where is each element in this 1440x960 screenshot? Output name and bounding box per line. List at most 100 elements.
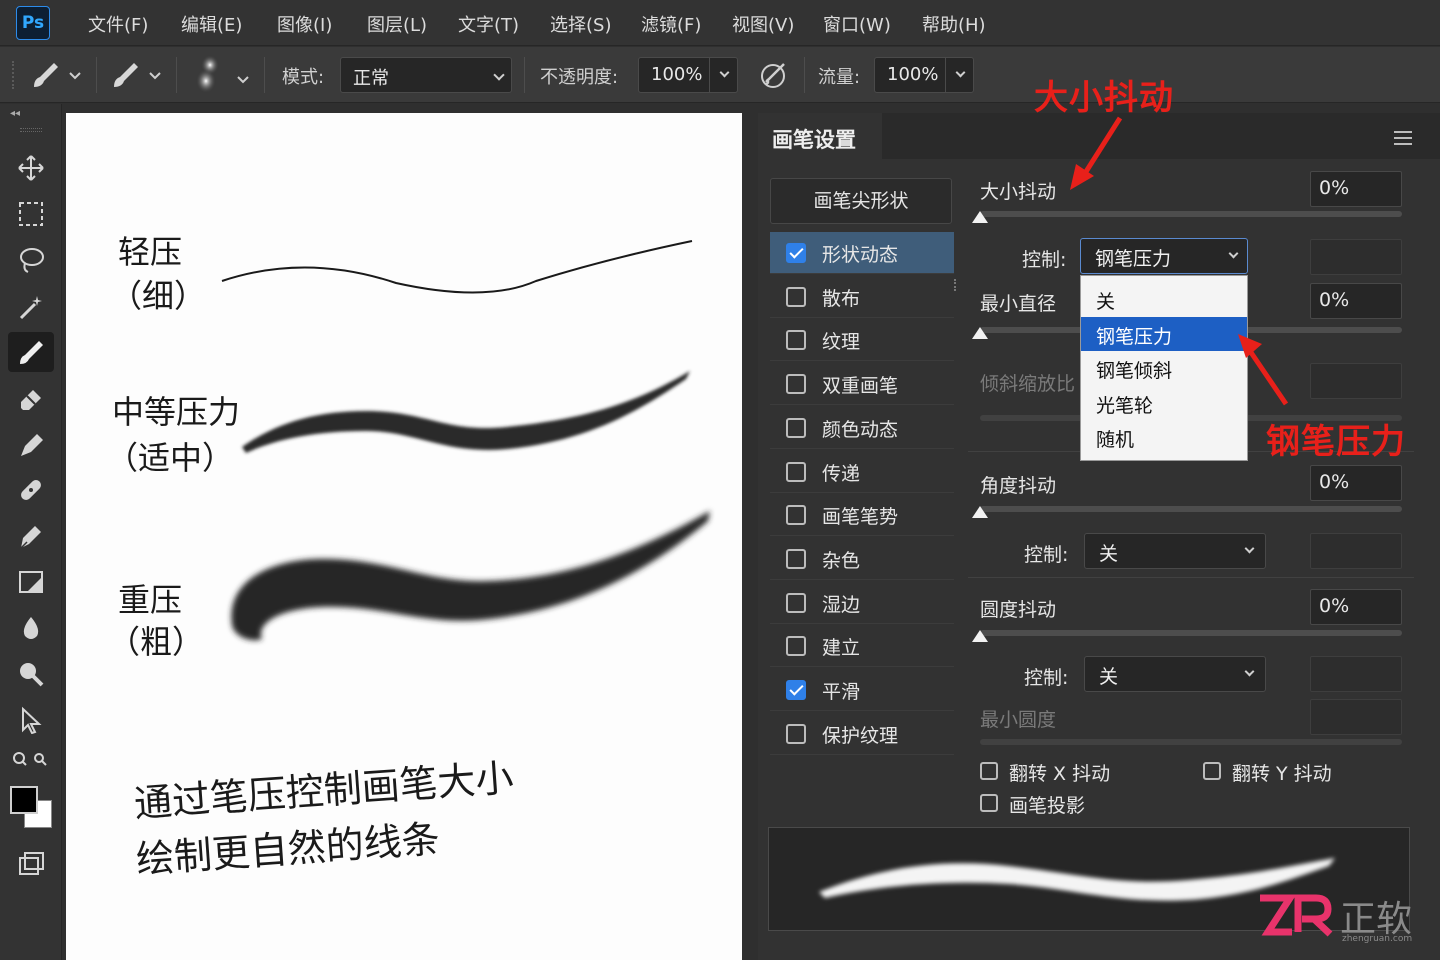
collapse-icon[interactable]: ◂◂ (10, 108, 20, 119)
option-checkbox[interactable] (786, 505, 806, 526)
brush-tip-preview[interactable] (188, 51, 256, 99)
option-checkbox[interactable] (786, 723, 806, 744)
brush-option-row[interactable]: 双重画笔 (770, 363, 954, 406)
control-field-1 (1310, 239, 1402, 275)
pressure-opacity-button[interactable] (754, 57, 794, 93)
menu-view[interactable]: 视图(V) (732, 11, 794, 37)
bar-grip[interactable] (12, 61, 17, 89)
dropdown-option[interactable]: 钢笔压力 (1081, 316, 1247, 351)
brush-option-row[interactable]: 颜色动态 (770, 407, 954, 449)
medium-stroke (242, 371, 690, 453)
angle-control-select[interactable]: 关 (1084, 533, 1266, 569)
menu-type[interactable]: 文字(T) (458, 11, 519, 37)
brush-option-row[interactable]: 湿边 (770, 582, 954, 624)
watermark-logo (1256, 892, 1334, 942)
menu-filter[interactable]: 滤镜(F) (641, 11, 701, 37)
brush-picker[interactable] (108, 57, 168, 93)
document-canvas[interactable]: 轻压 （细） 中等压力 （适中） 重压 （粗） 通过笔压控制画笔大小 绘制更自然… (66, 113, 742, 960)
opacity-label: 不透明度: (540, 67, 619, 88)
zoom-hand-tools[interactable] (8, 746, 54, 776)
option-checkbox[interactable] (786, 374, 806, 395)
roundness-jitter-input[interactable]: 0% (1310, 589, 1402, 625)
dropdown-option[interactable]: 随机 (1081, 420, 1247, 454)
marquee-tool[interactable] (8, 194, 54, 234)
menu-help[interactable]: 帮助(H) (922, 11, 986, 37)
healing-tool[interactable] (8, 470, 54, 510)
brush-tool[interactable] (8, 332, 54, 372)
brush-option-row[interactable]: 保护纹理 (770, 713, 954, 755)
brush-projection-checkbox[interactable] (980, 794, 998, 812)
menu-edit[interactable]: 编辑(E) (181, 11, 242, 37)
brush-option-row[interactable]: 建立 (770, 625, 954, 668)
tab-brush-settings[interactable]: 画笔设置 (758, 113, 882, 159)
size-control-select[interactable]: 钢笔压力 (1080, 238, 1248, 274)
lasso-tool[interactable] (8, 240, 54, 280)
brush-option-row[interactable]: 杂色 (770, 538, 954, 580)
menu-window[interactable]: 窗口(W) (823, 11, 891, 37)
min-diameter-input[interactable]: 0% (1310, 283, 1402, 319)
option-checkbox[interactable] (786, 636, 806, 657)
dropdown-option[interactable]: 钢笔倾斜 (1081, 351, 1247, 385)
min-diameter-thumb[interactable] (972, 327, 988, 339)
pen-brush-tool[interactable] (8, 424, 54, 464)
move-tool[interactable] (8, 148, 54, 188)
flow-input[interactable]: 100% (874, 57, 974, 93)
menu-image[interactable]: 图像(I) (277, 11, 332, 37)
eraser-tool[interactable] (8, 378, 54, 418)
panel-menu-icon[interactable] (1394, 131, 1412, 145)
flow-dropdown[interactable] (945, 57, 973, 93)
angle-jitter-thumb[interactable] (972, 506, 988, 518)
brush-option-row[interactable]: 纹理 (770, 319, 954, 362)
menu-select[interactable]: 选择(S) (550, 11, 611, 37)
brush-option-row[interactable]: 形状动态 (770, 232, 954, 274)
mode-select[interactable]: 正常 (340, 57, 512, 93)
menu-layer[interactable]: 图层(L) (367, 11, 427, 37)
magic-wand-tool[interactable] (8, 286, 54, 326)
roundness-control-select[interactable]: 关 (1084, 656, 1266, 692)
option-checkbox[interactable] (786, 286, 806, 307)
brush-option-row[interactable]: 散布 (770, 276, 954, 318)
brush-option-row[interactable]: 平滑 (770, 669, 954, 711)
screen-mode-button[interactable] (8, 844, 54, 884)
brush-tip-shape-button[interactable]: 画笔尖形状 (770, 178, 952, 224)
brush-option-row[interactable]: 传递 (770, 451, 954, 493)
opacity-input[interactable]: 100% (638, 57, 738, 93)
brush-option-row[interactable]: 画笔笔势 (770, 494, 954, 537)
dropdown-option[interactable]: 关 (1081, 282, 1247, 316)
select-arrow-icon (22, 706, 42, 734)
size-jitter-input[interactable]: 0% (1310, 171, 1402, 207)
path-selection-tool[interactable] (8, 700, 54, 740)
dropdown-option[interactable]: 光笔轮 (1081, 386, 1247, 420)
menu-file[interactable]: 文件(F) (88, 11, 148, 37)
opacity-dropdown[interactable] (709, 57, 737, 93)
foreground-color-swatch[interactable] (10, 786, 38, 814)
option-checkbox[interactable] (786, 330, 806, 351)
size-jitter-slider[interactable] (980, 211, 1402, 217)
list-resize-handle[interactable] (954, 279, 962, 291)
roundness-jitter-slider[interactable] (980, 630, 1402, 636)
flip-x-checkbox[interactable] (980, 762, 998, 780)
option-label: 形状动态 (822, 244, 899, 266)
option-checkbox[interactable] (786, 243, 806, 263)
crop-tool[interactable] (8, 562, 54, 602)
angle-jitter-slider[interactable] (980, 506, 1402, 512)
option-label: 保护纹理 (822, 724, 899, 747)
flip-y-checkbox[interactable] (1203, 762, 1221, 780)
panel-grip[interactable] (20, 128, 42, 132)
option-checkbox[interactable] (786, 417, 806, 438)
blur-tool[interactable] (8, 608, 54, 648)
move-icon (18, 155, 44, 181)
chevron-down-icon (1244, 543, 1255, 554)
control-field-2 (1310, 533, 1402, 569)
size-jitter-thumb[interactable] (972, 211, 988, 223)
option-label: 画笔笔势 (822, 506, 899, 529)
option-checkbox[interactable] (786, 548, 806, 569)
option-checkbox[interactable] (786, 592, 806, 613)
dodge-tool[interactable] (8, 654, 54, 694)
pen-tool[interactable] (8, 516, 54, 556)
tool-preset-picker[interactable] (28, 57, 88, 93)
option-checkbox[interactable] (786, 680, 806, 700)
angle-jitter-input[interactable]: 0% (1310, 465, 1402, 501)
option-checkbox[interactable] (786, 461, 806, 482)
roundness-jitter-thumb[interactable] (972, 630, 988, 642)
